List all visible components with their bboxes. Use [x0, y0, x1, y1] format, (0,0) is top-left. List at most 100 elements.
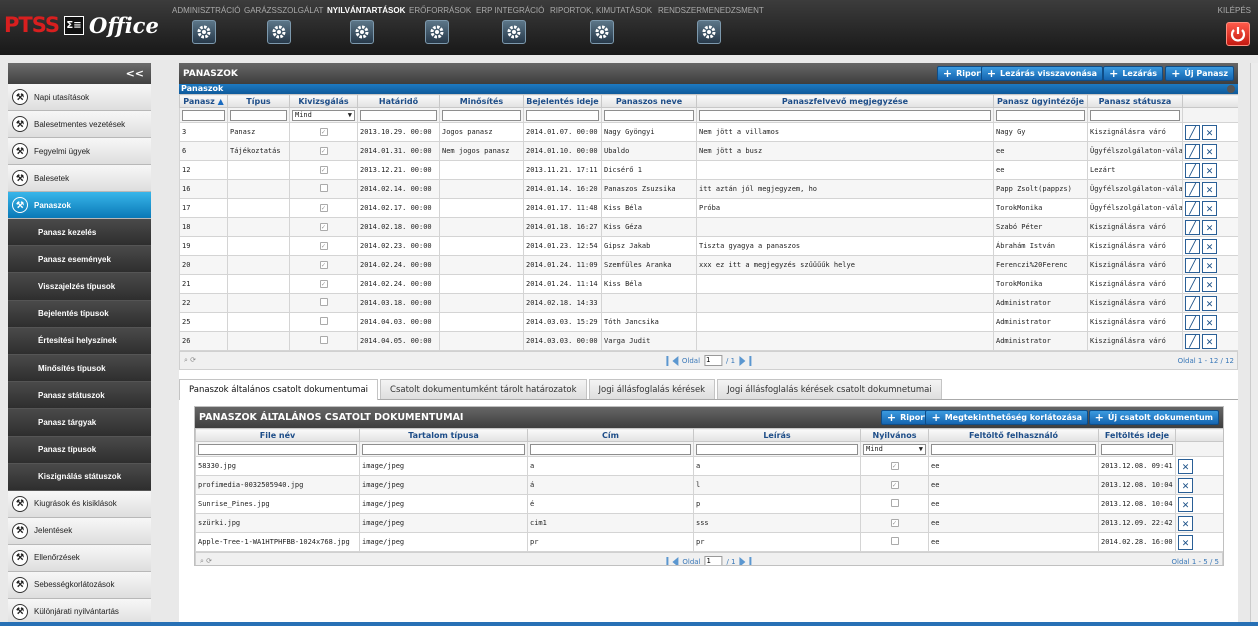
menu-garazsszolgalat[interactable]: GARÁZSSZOLGÁLAT: [244, 6, 323, 15]
investigation-checkbox[interactable]: [319, 317, 328, 325]
gear-icon[interactable]: [502, 20, 526, 44]
col-header[interactable]: Nyilvános: [860, 428, 929, 442]
table-row[interactable]: 26 2014.04.05. 00:00 2014.03.03. 00:00 Varg…: [179, 331, 1238, 351]
col-header[interactable]: Feltöltő felhasználó: [928, 428, 1099, 442]
edit-icon[interactable]: ╱: [1185, 181, 1200, 197]
filter-select[interactable]: Mind ▼: [292, 109, 355, 121]
page-input[interactable]: 1: [704, 355, 723, 366]
sidebar-subitem[interactable]: Panasz kezelés: [8, 219, 151, 247]
sidebar-item[interactable]: ⚒ Fegyelmi ügyek: [8, 138, 151, 165]
table-row[interactable]: 17 ✓ 2014.02.17. 00:00 2014.01.17. 11:48 Kis…: [179, 198, 1238, 218]
new-complaint-button[interactable]: + Új Panasz: [1165, 66, 1234, 81]
edit-icon[interactable]: ╱: [1185, 143, 1200, 159]
sidebar-item[interactable]: ⚒ Balesetmentes vezetések: [8, 111, 151, 138]
prev-page-icon[interactable]: [672, 556, 679, 565]
filter-input[interactable]: [442, 109, 521, 121]
sidebar-item[interactable]: ⚒ Jelentések: [8, 517, 151, 545]
close-button[interactable]: + Lezárás: [1103, 66, 1163, 81]
table-row[interactable]: profimedia-0032505940.jpg image/jpeg á l ✓ ee…: [195, 475, 1223, 495]
col-header[interactable]: Panaszfelvevő megjegyzése: [696, 94, 994, 108]
investigation-checkbox[interactable]: ✓: [319, 242, 328, 250]
filter-input[interactable]: [1101, 443, 1173, 455]
sidebar-item[interactable]: ⚒ Sebességkorlátozások: [8, 571, 151, 599]
sidebar-item[interactable]: ⚒ Balesetek: [8, 165, 151, 192]
table-row[interactable]: 16 2014.02.14. 00:00 2014.01.14. 16:20 Pana…: [179, 179, 1238, 199]
filter-select[interactable]: Mind ▼: [863, 443, 926, 455]
close-icon[interactable]: [1227, 85, 1235, 93]
tab-resolutions[interactable]: Csatolt dokumentumként tárolt határozato…: [380, 379, 587, 399]
menu-adminisztracio[interactable]: ADMINISZTRÁCIÓ: [172, 6, 240, 15]
col-header[interactable]: Minősítés: [439, 94, 524, 108]
delete-icon[interactable]: ✕: [1202, 143, 1217, 159]
sidebar-item[interactable]: ⚒ Különjárati nyilvántartás: [8, 598, 151, 623]
table-row[interactable]: 6 Tájékoztatás ✓ 2014.01.31. 00:00 Nem jogos…: [179, 141, 1238, 161]
col-header[interactable]: Típus: [227, 94, 290, 108]
new-document-button[interactable]: + Új csatolt dokumentum: [1088, 410, 1219, 425]
menu-erp-integracio[interactable]: ERP INTEGRÁCIÓ: [476, 6, 544, 15]
table-row[interactable]: 18 ✓ 2014.02.18. 00:00 2014.01.18. 16:27 Kis…: [179, 217, 1238, 237]
sidebar-subitem[interactable]: Panasz típusok: [8, 436, 151, 464]
sidebar-subitem[interactable]: Panasz státuszok: [8, 382, 151, 410]
delete-icon[interactable]: ✕: [1202, 219, 1217, 235]
public-checkbox[interactable]: ✓: [890, 462, 899, 470]
tab-general-documents[interactable]: Panaszok általános csatolt dokumentumai: [179, 379, 379, 400]
table-row[interactable]: szürki.jpg image/jpeg cim1 sss ✓ ee 2013.12.09…: [195, 513, 1223, 533]
delete-icon[interactable]: ✕: [1178, 458, 1193, 474]
delete-icon[interactable]: ✕: [1202, 238, 1217, 254]
gear-icon[interactable]: [590, 20, 614, 44]
investigation-checkbox[interactable]: ✓: [319, 166, 328, 174]
next-page-icon[interactable]: [739, 355, 746, 366]
filter-input[interactable]: [699, 109, 991, 121]
public-checkbox[interactable]: ✓: [890, 519, 899, 527]
last-page-icon[interactable]: [749, 355, 752, 366]
col-header[interactable]: Panasz ügyintézője: [993, 94, 1088, 108]
delete-icon[interactable]: ✕: [1202, 295, 1217, 311]
public-checkbox[interactable]: ✓: [890, 481, 899, 489]
table-row[interactable]: 21 ✓ 2014.02.24. 00:00 2014.01.24. 11:14 Kis…: [179, 274, 1238, 294]
sidebar-subitem[interactable]: Bejelentés típusok: [8, 300, 151, 328]
filter-input[interactable]: [1090, 109, 1180, 121]
sidebar-subitem[interactable]: Értesítési helyszínek: [8, 327, 151, 355]
search-icon[interactable]: ⌕ ⟳: [200, 557, 212, 565]
tab-legal-request-documents[interactable]: Jogi állásfoglalás kérések csatolt dokum…: [717, 379, 942, 399]
delete-icon[interactable]: ✕: [1178, 496, 1193, 512]
sidebar-subitem[interactable]: Visszajelzés típusok: [8, 273, 151, 301]
table-row[interactable]: 25 2014.04.03. 00:00 2014.03.03. 15:29 Tóth…: [179, 312, 1238, 332]
delete-icon[interactable]: ✕: [1178, 515, 1193, 531]
edit-icon[interactable]: ╱: [1185, 219, 1200, 235]
undo-close-button[interactable]: + Lezárás visszavonása: [980, 66, 1103, 81]
first-page-icon[interactable]: [665, 355, 668, 366]
gear-icon[interactable]: [425, 20, 449, 44]
delete-icon[interactable]: ✕: [1178, 477, 1193, 493]
scrollbar[interactable]: [1250, 63, 1258, 623]
filter-input[interactable]: [696, 443, 858, 455]
investigation-checkbox[interactable]: ✓: [319, 128, 328, 136]
search-icon[interactable]: ⌕ ⟳: [184, 356, 196, 365]
filter-input[interactable]: [182, 109, 225, 121]
delete-icon[interactable]: ✕: [1202, 333, 1217, 349]
investigation-checkbox[interactable]: ✓: [319, 147, 328, 155]
col-header[interactable]: Feltöltés ideje: [1098, 428, 1176, 442]
edit-icon[interactable]: ╱: [1185, 124, 1200, 140]
table-row[interactable]: 3 Panasz ✓ 2013.10.29. 00:00 Jogos panasz 201…: [179, 122, 1238, 142]
investigation-checkbox[interactable]: ✓: [319, 261, 328, 269]
menu-rendszermenedzsment[interactable]: RENDSZERMENEDZSMENT: [658, 6, 764, 15]
restrict-visibility-button[interactable]: + Megtekinthetőség korlátozása: [925, 410, 1088, 425]
public-checkbox[interactable]: [890, 537, 899, 545]
delete-icon[interactable]: ✕: [1178, 534, 1193, 550]
menu-riportok[interactable]: RIPORTOK, KIMUTATÁSOK: [550, 6, 652, 15]
col-header[interactable]: Panaszos neve: [601, 94, 697, 108]
power-icon[interactable]: [1226, 22, 1250, 46]
filter-input[interactable]: [604, 109, 694, 121]
public-checkbox[interactable]: [890, 499, 899, 507]
table-row[interactable]: 19 ✓ 2014.02.23. 00:00 2014.01.23. 12:54 Gip…: [179, 236, 1238, 256]
menu-nyilvantartasok[interactable]: NYILVÁNTARTÁSOK: [327, 6, 405, 15]
edit-icon[interactable]: ╱: [1185, 314, 1200, 330]
filter-input[interactable]: [198, 443, 357, 455]
col-header[interactable]: Kivizsgálás: [289, 94, 358, 108]
col-header[interactable]: File név: [195, 428, 360, 442]
investigation-checkbox[interactable]: [319, 298, 328, 306]
first-page-icon[interactable]: [666, 556, 669, 565]
edit-icon[interactable]: ╱: [1185, 238, 1200, 254]
filter-input[interactable]: [230, 109, 287, 121]
